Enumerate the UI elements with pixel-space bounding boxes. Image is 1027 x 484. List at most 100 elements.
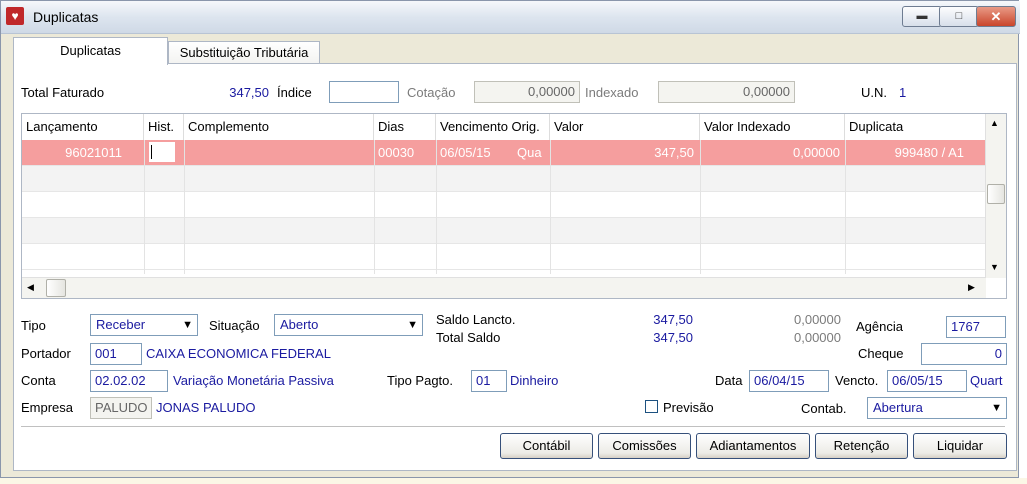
data-field[interactable]: 06/04/15: [749, 370, 829, 392]
vencto-field[interactable]: 06/05/15: [887, 370, 967, 392]
previsao-label: Previsão: [663, 400, 714, 415]
horizontal-scroll-thumb[interactable]: [46, 279, 66, 297]
vencto-day: Quart: [970, 373, 1003, 388]
total-faturado-label: Total Faturado: [21, 85, 105, 100]
cell-hist-editor[interactable]: [149, 142, 175, 162]
empresa-label: Empresa: [21, 400, 74, 415]
scroll-down-icon[interactable]: ▼: [990, 262, 999, 272]
cell-valor: 347,50: [654, 145, 694, 160]
comissoes-button[interactable]: Comissões: [598, 433, 691, 459]
background-strip: [0, 478, 1027, 484]
total-saldo-indexado: 0,00000: [794, 330, 841, 345]
indice-field[interactable]: [329, 81, 399, 103]
col-header-vencimento-orig[interactable]: Vencimento Orig.: [436, 114, 550, 140]
cotacao-field[interactable]: 0,00000: [474, 81, 580, 103]
retencao-button[interactable]: Retenção: [815, 433, 908, 459]
maximize-button[interactable]: □: [939, 6, 979, 27]
tipo-pagto-code-field[interactable]: 01: [471, 370, 507, 392]
scroll-left-icon[interactable]: ◀: [27, 282, 34, 293]
agencia-field[interactable]: 1767: [946, 316, 1006, 338]
col-header-duplicata[interactable]: Duplicata: [845, 114, 986, 140]
contab-label: Contab.: [801, 401, 847, 416]
duplicatas-grid[interactable]: Lançamento Hist. Complemento Dias Vencim…: [21, 113, 1007, 299]
situacao-label: Situação: [209, 318, 260, 333]
col-header-hist[interactable]: Hist.: [144, 114, 184, 140]
vertical-scrollbar[interactable]: ▲ ▼: [985, 114, 1006, 278]
portador-label: Portador: [21, 346, 71, 361]
cheque-field[interactable]: 0: [921, 343, 1007, 365]
minimize-button[interactable]: ▬: [902, 6, 942, 27]
adiantamentos-button[interactable]: Adiantamentos: [696, 433, 810, 459]
scroll-right-icon[interactable]: ▶: [968, 282, 975, 293]
tipo-label: Tipo: [21, 318, 46, 333]
contab-select[interactable]: Abertura ▼: [867, 397, 1007, 419]
table-row[interactable]: [22, 218, 986, 244]
cell-duplicata: 999480 / A1: [894, 145, 964, 160]
horizontal-scrollbar[interactable]: ◀ ▶: [22, 277, 986, 298]
portador-name: CAIXA ECONOMICA FEDERAL: [146, 346, 331, 361]
cheque-label: Cheque: [858, 346, 904, 361]
indexado-field[interactable]: 0,00000: [658, 81, 795, 103]
total-saldo-label: Total Saldo: [436, 330, 501, 345]
chevron-down-icon: ▼: [182, 319, 193, 331]
table-row[interactable]: [22, 244, 986, 270]
vertical-scroll-thumb[interactable]: [987, 184, 1005, 204]
saldo-lancto-indexado: 0,00000: [794, 312, 841, 327]
previsao-checkbox[interactable]: [645, 400, 658, 413]
col-header-valor-indexado[interactable]: Valor Indexado: [700, 114, 845, 140]
total-saldo-value: 347,50: [653, 330, 693, 345]
conta-name: Variação Monetária Passiva: [173, 373, 334, 388]
divider: [21, 426, 1005, 427]
grid-divider: [550, 140, 551, 274]
situacao-value: Aberto: [280, 317, 319, 332]
total-faturado-value: 347,50: [229, 85, 269, 100]
col-header-complemento[interactable]: Complemento: [184, 114, 374, 140]
tipo-value: Receber: [96, 317, 146, 332]
scroll-up-icon[interactable]: ▲: [990, 118, 999, 128]
table-row[interactable]: [22, 192, 986, 218]
close-icon: ✕: [990, 9, 1002, 24]
chevron-down-icon: ▼: [991, 402, 1002, 414]
tipo-pagto-name: Dinheiro: [510, 373, 559, 388]
un-label: U.N.: [861, 85, 887, 100]
liquidar-button[interactable]: Liquidar: [913, 433, 1007, 459]
maximize-icon: □: [955, 10, 963, 22]
grid-divider: [436, 140, 437, 274]
tab-duplicatas[interactable]: Duplicatas: [13, 37, 168, 65]
cell-dia-semana: Qua: [517, 145, 542, 160]
tipo-select[interactable]: Receber ▼: [90, 314, 198, 336]
table-row[interactable]: [22, 166, 986, 192]
contabil-button[interactable]: Contábil: [500, 433, 593, 459]
situacao-select[interactable]: Aberto ▼: [274, 314, 423, 336]
data-label: Data: [715, 373, 743, 388]
app-icon: ♥: [6, 7, 24, 25]
saldo-lancto-label: Saldo Lancto.: [436, 312, 516, 327]
vencto-label: Vencto.: [835, 373, 879, 388]
indexado-label: Indexado: [585, 85, 639, 100]
close-button[interactable]: ✕: [976, 6, 1016, 27]
col-header-valor[interactable]: Valor: [550, 114, 700, 140]
table-row[interactable]: 96021011 00030 06/05/15 Qua 347,50 0,000…: [22, 140, 986, 166]
tipo-pagto-label: Tipo Pagto.: [387, 373, 454, 388]
grid-divider: [374, 140, 375, 274]
indice-label: Índice: [277, 85, 312, 100]
window-title: Duplicatas: [33, 9, 99, 25]
col-header-lancamento[interactable]: Lançamento: [22, 114, 144, 140]
grid-divider: [700, 140, 701, 274]
un-value: 1: [899, 85, 907, 100]
title-bar[interactable]: ♥ Duplicatas ▬ □ ✕: [1, 1, 1020, 34]
empresa-code-field[interactable]: PALUDO: [90, 397, 152, 419]
duplicatas-window: ♥ Duplicatas ▬ □ ✕ Duplicatas Substituiç…: [0, 0, 1020, 478]
cell-lancamento: 96021011: [65, 145, 122, 160]
grid-divider: [845, 140, 846, 274]
text-cursor: [151, 145, 152, 159]
portador-code-field[interactable]: 001: [90, 343, 142, 365]
grid-divider: [144, 140, 145, 274]
minimize-icon: ▬: [916, 10, 928, 22]
tab-substituicao-tributaria[interactable]: Substituição Tributária: [168, 41, 320, 64]
cell-dias: 00030: [378, 145, 415, 160]
conta-label: Conta: [21, 373, 56, 388]
col-header-dias[interactable]: Dias: [374, 114, 436, 140]
conta-code-field[interactable]: 02.02.02: [90, 370, 168, 392]
empresa-name: JONAS PALUDO: [156, 400, 256, 415]
